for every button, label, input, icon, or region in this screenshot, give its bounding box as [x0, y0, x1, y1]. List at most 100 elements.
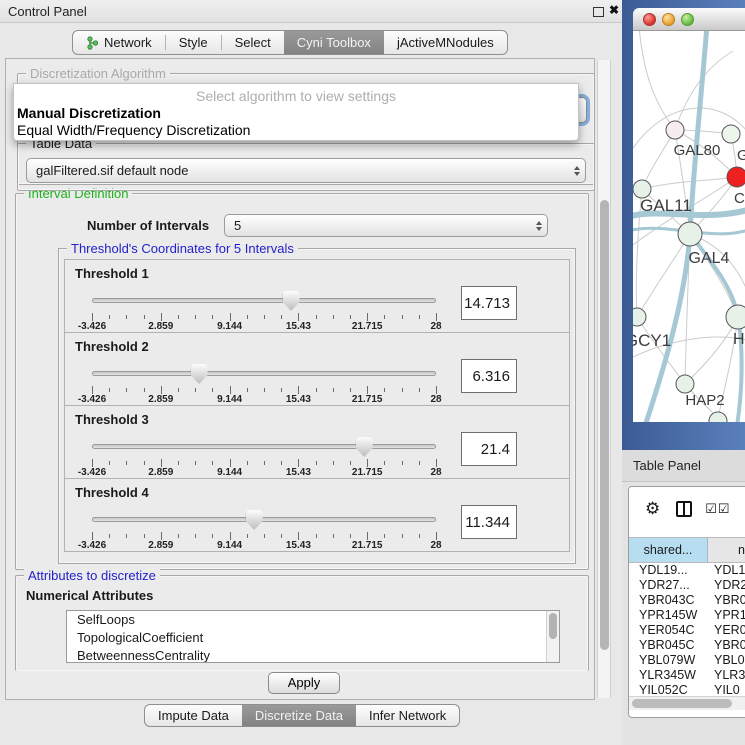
slider-thumb[interactable]: [191, 364, 208, 384]
slider-tick: [247, 315, 248, 319]
table-cell: YLR345W: [629, 668, 708, 683]
table-row[interactable]: YBR043CYBR0: [629, 593, 745, 608]
slider-track[interactable]: [92, 444, 436, 449]
threshold-value[interactable]: 14.713: [461, 286, 517, 320]
algorithm-option-manual[interactable]: Manual Discretization: [17, 105, 161, 121]
slider-tick-labels: -3.4262.8599.14415.4321.71528: [92, 540, 436, 551]
table-horizontal-scrollbar[interactable]: [629, 696, 745, 710]
network-node[interactable]: [727, 167, 745, 187]
network-node[interactable]: [633, 308, 646, 326]
threshold-value[interactable]: 21.4: [461, 432, 517, 466]
number-of-intervals-combobox[interactable]: 5: [224, 214, 548, 237]
column-header-shared-name[interactable]: shared...: [629, 538, 708, 562]
network-edge[interactable]: [642, 177, 737, 189]
slider-thumb[interactable]: [246, 510, 263, 530]
table-row[interactable]: YDR27...YDR2: [629, 578, 745, 593]
checkbox-icons[interactable]: ☑☑: [705, 501, 730, 517]
attr-list-item[interactable]: SelfLoops: [67, 611, 559, 629]
slider-thumb[interactable]: [283, 291, 300, 311]
close-icon[interactable]: ✖: [609, 3, 619, 17]
threshold-slider[interactable]: [92, 509, 436, 531]
network-node[interactable]: [666, 121, 684, 139]
network-node[interactable]: [678, 222, 702, 246]
algorithm-option-equal-width[interactable]: Equal Width/Frequency Discretization: [17, 122, 250, 138]
tab-network-label: Network: [104, 35, 152, 50]
table-cell: YBR0: [708, 593, 745, 608]
control-panel-content: Discretization Algorithm Select algorith…: [5, 58, 595, 700]
slider-tick: [264, 388, 265, 392]
close-traffic-light-icon[interactable]: [643, 13, 656, 26]
tab-impute-data[interactable]: Impute Data: [145, 705, 242, 726]
tab-discretize-data[interactable]: Discretize Data: [242, 705, 356, 726]
network-node-label: GAL4: [689, 250, 730, 267]
table-row[interactable]: YIL052CYIL0: [629, 683, 745, 696]
threshold-value[interactable]: 6.316: [461, 359, 517, 393]
slider-tick: [384, 388, 385, 392]
column-header-name[interactable]: na: [708, 538, 745, 562]
slider-track[interactable]: [92, 517, 436, 522]
control-panel-titlebar: Control Panel ✖: [0, 0, 622, 23]
table-row[interactable]: YDL19...YDL1: [629, 563, 745, 578]
table-row[interactable]: YBL079WYBL0: [629, 653, 745, 668]
network-node[interactable]: [709, 412, 727, 422]
threshold-slider[interactable]: [92, 436, 436, 458]
table-rows: YDL19...YDL1YDR27...YDR2YBR043CYBR0YPR14…: [629, 563, 745, 696]
slider-tick-label: 28: [430, 394, 441, 405]
slider-tick: [230, 459, 231, 467]
network-edge[interactable]: [685, 317, 738, 384]
table-data-group: Table Data galFiltered.sif default node: [17, 143, 595, 191]
table-row[interactable]: YER054CYER0: [629, 623, 745, 638]
network-node[interactable]: [726, 305, 745, 329]
tab-network[interactable]: Network: [73, 31, 165, 54]
network-edge[interactable]: [637, 234, 690, 317]
threshold-panel: Threshold 1 -3.4262.8599.14415.4321.7152…: [64, 259, 570, 333]
table-row[interactable]: YBR045CYBR0: [629, 638, 745, 653]
slider-tick: [384, 461, 385, 465]
network-edge[interactable]: [642, 130, 675, 189]
slider-tick-label: 9.144: [217, 321, 242, 332]
slider-track[interactable]: [92, 371, 436, 376]
slider-tick: [350, 534, 351, 538]
slider-tick: [333, 534, 334, 538]
network-view-canvas[interactable]: GAL80G.CGAL11GAL4GCY1HHAP2: [633, 31, 745, 422]
vertical-scrollbar[interactable]: [597, 60, 611, 698]
slider-tick: [247, 461, 248, 465]
float-window-icon[interactable]: [593, 7, 604, 17]
threshold-slider[interactable]: [92, 290, 436, 312]
slider-thumb[interactable]: [356, 437, 373, 457]
slider-tick: [367, 313, 368, 321]
slider-tick-label: 2.859: [148, 467, 173, 478]
tab-jactivemnodules[interactable]: jActiveMNodules: [384, 31, 507, 54]
minimize-traffic-light-icon[interactable]: [662, 13, 675, 26]
slider-tick-label: 15.43: [286, 394, 311, 405]
table-row[interactable]: YLR345WYLR3: [629, 668, 745, 683]
table-row[interactable]: YPR145WYPR1: [629, 608, 745, 623]
slider-tick-labels: -3.4262.8599.14415.4321.71528: [92, 394, 436, 405]
gear-icon[interactable]: ⚙: [645, 499, 660, 519]
numeric-attr-list[interactable]: SelfLoopsTopologicalCoefficientBetweenne…: [66, 610, 560, 663]
tab-select[interactable]: Select: [222, 31, 284, 54]
network-node[interactable]: [722, 125, 740, 143]
attr-list-scrollbar[interactable]: [546, 611, 559, 662]
slider-tick: [126, 388, 127, 392]
threshold-value[interactable]: 11.344: [461, 505, 517, 539]
threshold-slider[interactable]: [92, 363, 436, 385]
table-cell: YDR2: [708, 578, 745, 593]
vertical-scrollbar-thumb[interactable]: [600, 200, 609, 650]
top-tab-bar: Network Style Select Cyni Toolbox jActiv…: [72, 30, 508, 55]
network-node[interactable]: [676, 375, 694, 393]
tab-style[interactable]: Style: [166, 31, 221, 54]
attr-list-item[interactable]: BetweennessCentrality: [67, 647, 559, 663]
columns-icon[interactable]: [676, 501, 692, 517]
attr-list-item[interactable]: TopologicalCoefficient: [67, 629, 559, 647]
slider-tick: [126, 534, 127, 538]
table-data-combobox[interactable]: galFiltered.sif default node: [26, 158, 586, 183]
slider-track[interactable]: [92, 298, 436, 303]
tab-cyni-toolbox[interactable]: Cyni Toolbox: [284, 31, 384, 54]
apply-button[interactable]: Apply: [268, 672, 340, 694]
tab-infer-network[interactable]: Infer Network: [356, 705, 459, 726]
threshold-label: Threshold 1: [75, 266, 149, 281]
zoom-traffic-light-icon[interactable]: [681, 13, 694, 26]
table-horizontal-scrollbar-thumb[interactable]: [632, 699, 732, 708]
slider-tick: [298, 386, 299, 394]
